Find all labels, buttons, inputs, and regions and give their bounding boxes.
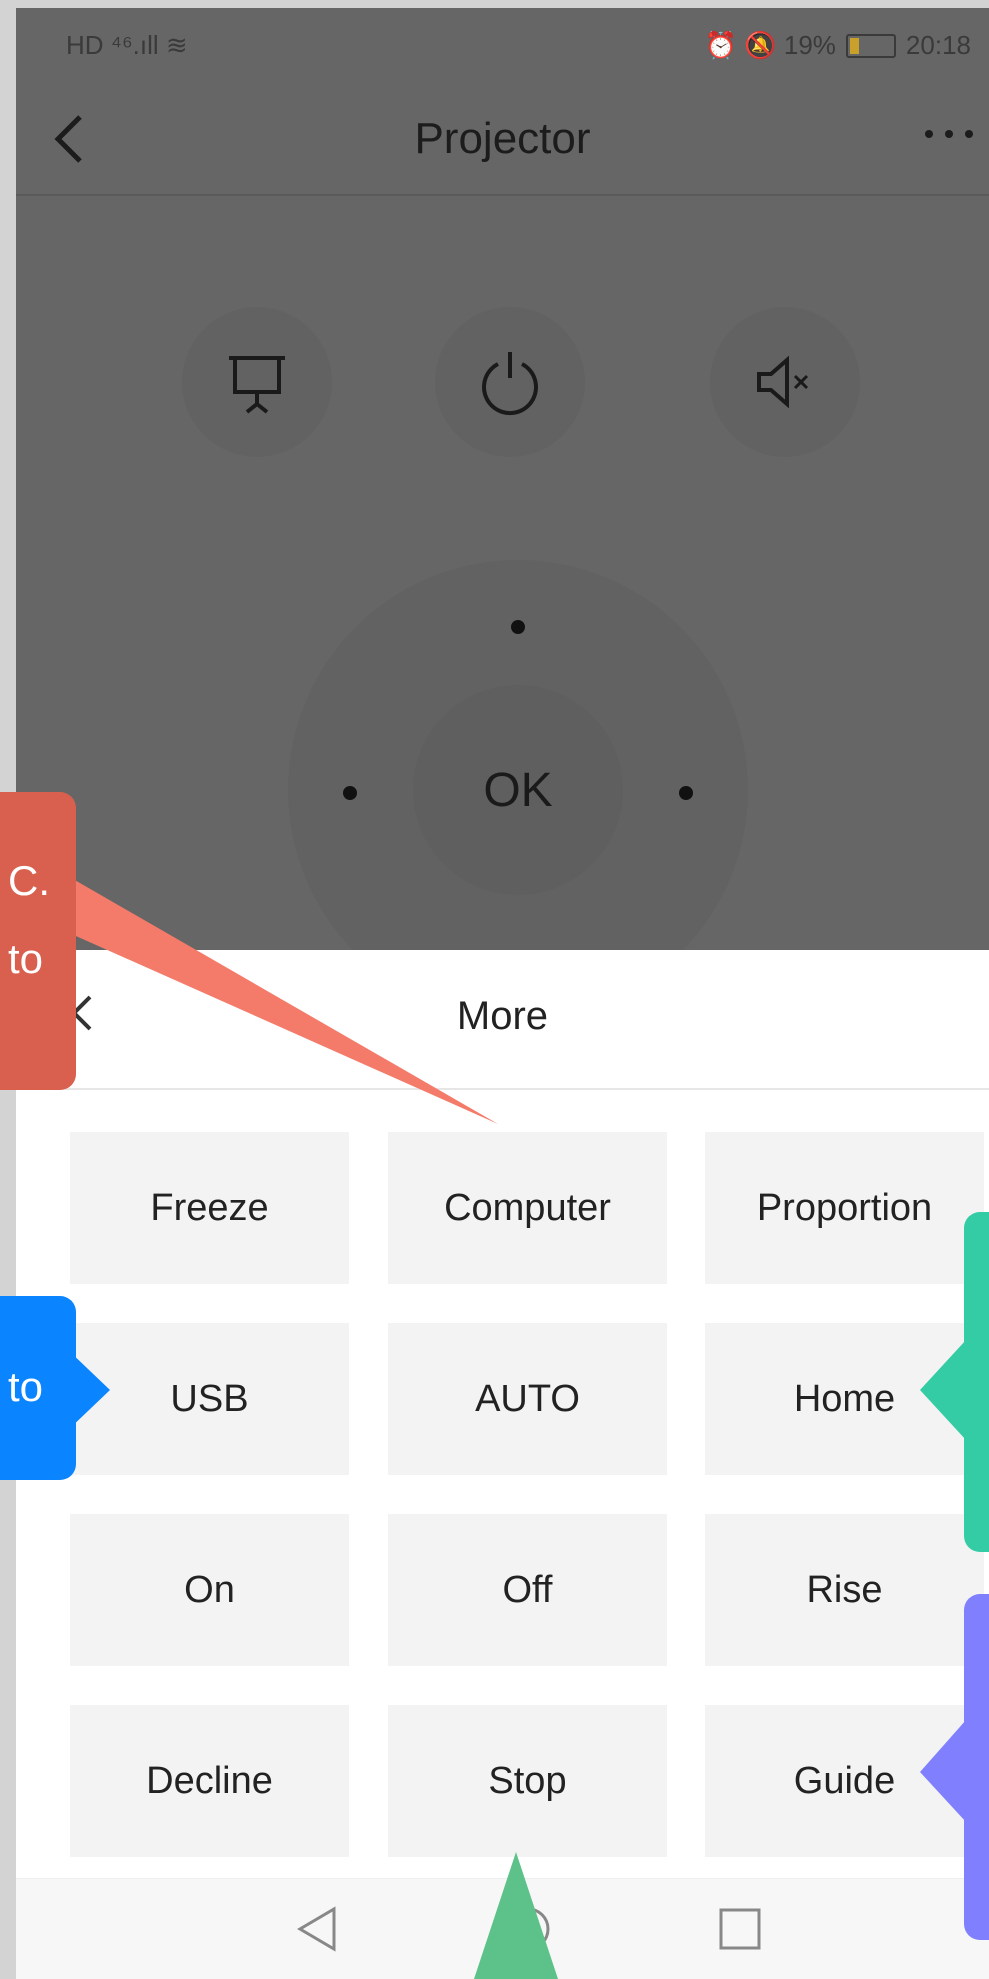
red-callout-line-2: to — [8, 935, 44, 982]
blue-callout: to — [0, 1296, 76, 1480]
purple-callout — [964, 1594, 989, 1940]
annotation-layer — [40, 860, 966, 1979]
teal-callout-pointer — [920, 1340, 966, 1440]
red-callout: C. to — [0, 792, 76, 1090]
red-callout-pointer — [40, 860, 498, 1124]
red-callout-line-1: C. — [8, 857, 50, 904]
teal-callout — [964, 1212, 989, 1552]
blue-callout-line-1: to — [8, 1363, 44, 1410]
purple-callout-pointer — [920, 1720, 966, 1822]
green-callout-pointer — [474, 1852, 558, 1979]
